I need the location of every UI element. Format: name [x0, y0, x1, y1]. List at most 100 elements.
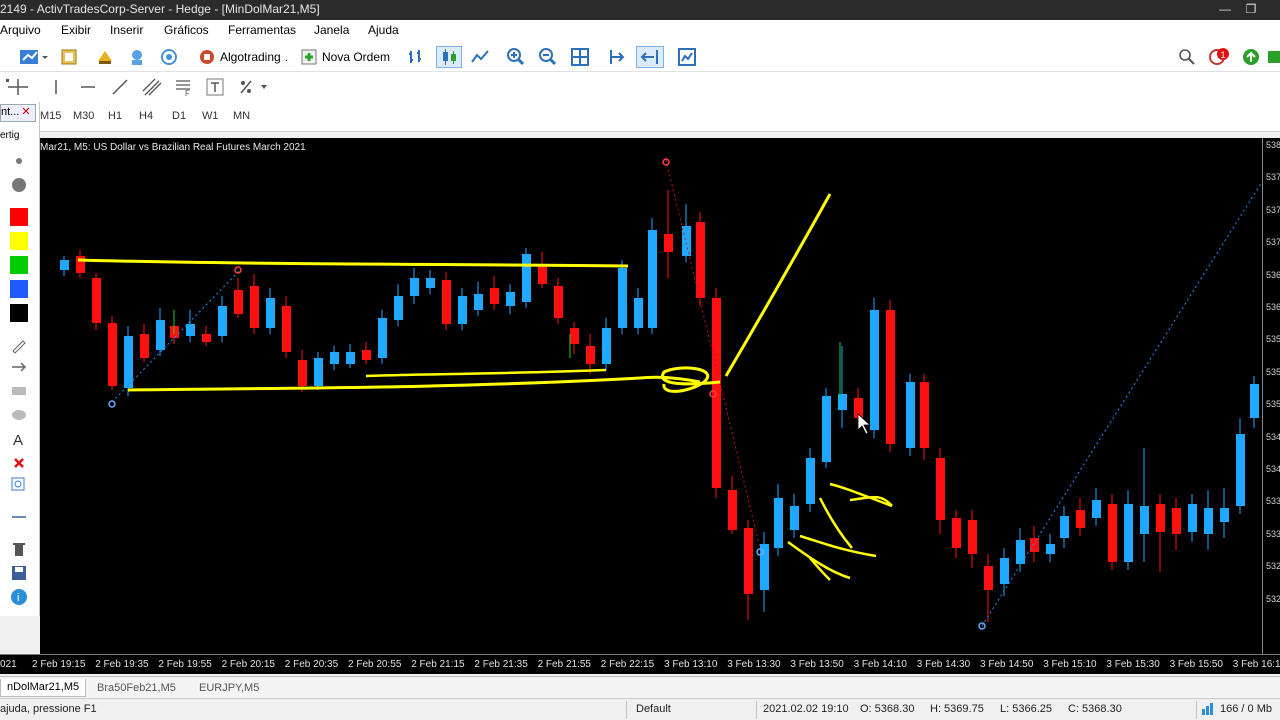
profiles-icon[interactable] — [58, 46, 80, 68]
candle-body — [1046, 544, 1055, 554]
zoom-in-icon[interactable] — [504, 46, 528, 68]
pencil-icon[interactable] — [8, 336, 30, 354]
color-blue[interactable] — [8, 280, 30, 298]
vertical-line-icon[interactable] — [46, 76, 66, 98]
timeframe-m15[interactable]: M15 — [40, 110, 61, 122]
panel-close-icon[interactable]: ✕ — [21, 106, 30, 118]
templates-icon[interactable] — [674, 46, 700, 68]
restore-icon[interactable]: ❐ — [1240, 0, 1262, 20]
menu-ferramentas[interactable]: Ferramentas — [228, 23, 296, 37]
timeframe-m30[interactable]: M30 — [73, 110, 94, 122]
candle-body — [790, 506, 799, 530]
line-style-icon[interactable] — [8, 508, 30, 526]
line-chart-icon[interactable] — [468, 46, 492, 68]
candle-body — [920, 382, 929, 448]
market-watch-icon[interactable] — [94, 46, 116, 68]
candle-body — [410, 278, 419, 296]
price-axis-label: 537 — [1266, 172, 1280, 183]
horizontal-line-icon[interactable] — [78, 76, 98, 98]
tile-windows-icon[interactable] — [568, 46, 592, 68]
candlestick-chart-icon[interactable] — [436, 46, 462, 68]
notifications-icon[interactable]: 1 — [1206, 46, 1232, 68]
timeframe-h1[interactable]: H1 — [108, 110, 122, 122]
level-icon[interactable] — [1240, 46, 1262, 68]
price-axis-label: 537 — [1266, 237, 1280, 248]
color-black[interactable] — [8, 304, 30, 322]
fibonacci-icon[interactable]: F — [172, 76, 194, 98]
arrow-scribble-2 — [787, 497, 877, 581]
new-order-button[interactable]: Nova Ordem — [298, 46, 392, 68]
chart-tabs: nDolMar21,M5 Bra50Feb21,M5 EURJPY,M5 — [0, 676, 1280, 698]
candle-body — [490, 288, 499, 304]
menu-arquivo[interactable]: Arquivo — [0, 23, 41, 37]
candle-body — [1188, 504, 1197, 532]
tab-bra50feb21[interactable]: Bra50Feb21,M5 — [90, 679, 183, 697]
delete-icon[interactable] — [8, 454, 30, 472]
candle-body — [968, 520, 977, 554]
status-low: L: 5366.25 — [1000, 703, 1052, 715]
large-dot-icon[interactable] — [8, 176, 30, 194]
trash-icon[interactable] — [8, 540, 30, 558]
price-axis-label: 536 — [1266, 269, 1280, 280]
ellipse-tool-icon[interactable] — [8, 406, 30, 424]
rectangle-tool-icon[interactable] — [8, 382, 30, 400]
price-axis-label: 537 — [1266, 204, 1280, 215]
new-chart-icon[interactable] — [16, 46, 50, 68]
save-icon[interactable] — [8, 564, 30, 582]
menu-ajuda[interactable]: Ajuda — [368, 23, 399, 37]
tab-eurjpy[interactable]: EURJPY,M5 — [192, 679, 266, 697]
candle-body — [458, 296, 467, 324]
arrow-tool-icon[interactable] — [8, 358, 30, 376]
candle-body — [886, 310, 895, 444]
chart-shift-icon[interactable] — [606, 46, 630, 68]
menu-inserir[interactable]: Inserir — [110, 23, 143, 37]
status-bar: ajuda, pressione F1 Default 2021.02.02 1… — [0, 698, 1280, 720]
minimize-icon[interactable]: — — [1214, 0, 1236, 20]
annotation-panel: nt... ✕ ertig A i — [0, 102, 40, 616]
channel-icon[interactable] — [140, 76, 164, 98]
price-axis-label: 536 — [1266, 302, 1280, 312]
candle-body — [1092, 500, 1101, 518]
bar-chart-icon[interactable] — [404, 46, 428, 68]
algotrading-button[interactable]: Algotrading. — [196, 46, 290, 68]
upward-arrow-line — [724, 193, 832, 377]
shapes-dropdown-icon[interactable] — [236, 76, 270, 98]
candle-body — [1236, 434, 1245, 506]
candle-body — [506, 292, 515, 306]
timeframe-w1[interactable]: W1 — [202, 110, 219, 122]
timeframe-toolbar: M15 M30 H1 H4 D1 W1 MN — [40, 102, 1280, 132]
zoom-tool-icon[interactable] — [8, 476, 30, 494]
status-separator — [626, 701, 627, 719]
color-green[interactable] — [8, 256, 30, 274]
time-axis-label: 2 Feb 19:35 — [95, 659, 149, 670]
text-annotation-icon[interactable]: A — [8, 430, 30, 448]
info-icon[interactable]: i — [8, 588, 30, 606]
status-profile: Default — [636, 703, 671, 715]
candle-body — [474, 294, 483, 310]
timeframe-mn[interactable]: MN — [233, 110, 250, 122]
price-chart[interactable]: Mar21, M5: US Dollar vs Brazilian Real F… — [40, 138, 1262, 654]
candle-body — [250, 286, 259, 328]
signals-icon[interactable] — [158, 46, 180, 68]
small-dot-icon[interactable] — [8, 152, 30, 170]
search-icon[interactable] — [1176, 46, 1198, 68]
timeframe-h4[interactable]: H4 — [139, 110, 153, 122]
zoom-out-icon[interactable] — [536, 46, 560, 68]
timeframe-d1[interactable]: D1 — [172, 110, 186, 122]
time-axis-label: 3 Feb 13:50 — [790, 659, 844, 670]
menu-graficos[interactable]: Gráficos — [164, 23, 209, 37]
color-yellow[interactable] — [8, 232, 30, 250]
autoscroll-icon[interactable] — [636, 46, 664, 68]
trendline-icon[interactable] — [110, 76, 130, 98]
panel-tab[interactable]: nt... ✕ — [0, 104, 36, 122]
candle-body — [696, 222, 705, 298]
navigator-icon[interactable] — [126, 46, 148, 68]
tab-mindolmar21[interactable]: nDolMar21,M5 — [0, 679, 87, 697]
color-red[interactable] — [8, 208, 30, 226]
menu-exibir[interactable]: Exibir — [61, 23, 91, 37]
text-tool-icon[interactable] — [204, 76, 226, 98]
crosshair-icon[interactable] — [4, 76, 32, 98]
menu-janela[interactable]: Janela — [314, 23, 349, 37]
candle-body — [728, 490, 737, 530]
account-icon[interactable] — [1266, 46, 1280, 68]
